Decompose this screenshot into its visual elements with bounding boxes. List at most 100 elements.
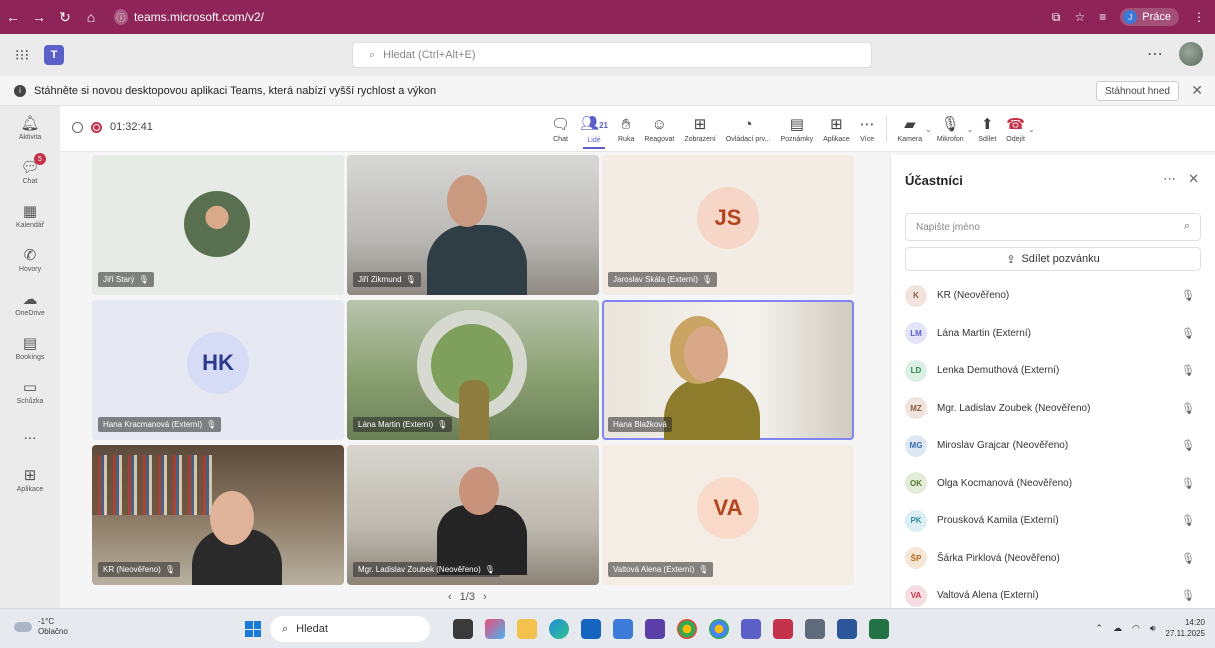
browser-menu-icon[interactable]: ⋮ [1193, 10, 1205, 24]
participant-avatar: MZ [905, 397, 927, 420]
participant-row[interactable]: MZ Mgr. Ladislav Zoubek (Neověřeno) 🎙︎ [905, 390, 1205, 428]
app-icon[interactable] [645, 619, 665, 639]
bookmark-star-icon[interactable]: ☆ [1074, 10, 1085, 24]
more-options-icon[interactable]: ⋯ [1147, 44, 1163, 64]
controls-button[interactable]: ◔ Ovládací prv... [721, 106, 776, 152]
rail-item-meeting[interactable]: ▭ Schůzka [0, 370, 60, 414]
participant-face [684, 326, 728, 382]
rail-item-more[interactable]: ... [0, 414, 60, 458]
video-tile[interactable]: Jiří Starý 🎙︎ [92, 155, 344, 295]
info-icon: i [14, 84, 26, 97]
taskbar-search[interactable]: ⌕ Hledat [270, 616, 430, 642]
video-tile[interactable]: Mgr. Ladislav Zoubek (Neověřeno) 🎙︎ [347, 445, 599, 585]
chrome-profile-icon[interactable] [709, 619, 729, 639]
participant-row[interactable]: PK Prousková Kamila (Externí) 🎙︎ [905, 502, 1205, 540]
reading-list-icon[interactable]: ≡ [1099, 10, 1106, 24]
onedrive-tray-icon[interactable]: ☁︎ [1113, 623, 1122, 634]
store-icon[interactable] [581, 619, 601, 639]
reload-icon[interactable]: ↻ [52, 4, 78, 30]
download-now-button[interactable]: Stáhnout hned [1095, 81, 1179, 101]
chat-button[interactable]: 🗨︎ Chat [546, 106, 575, 152]
video-tile[interactable]: KR (Neověřeno) 🎙︎ [92, 445, 344, 585]
share-button[interactable]: ⬆ Sdílet [973, 106, 1001, 152]
participant-row[interactable]: ŠP Šárka Pirklová (Neověřeno) 🎙︎ [905, 540, 1205, 578]
clock[interactable]: 14:20 27.11.2025 [1166, 617, 1205, 639]
weather-widget[interactable]: -1°C Oblačno [14, 617, 68, 637]
people-button[interactable]: 👥︎21 Lidé [575, 106, 613, 152]
mic-muted-icon: 🎙︎ [1181, 477, 1195, 490]
participant-row[interactable]: OK Olga Kocmanová (Neověřeno) 🎙︎ [905, 465, 1205, 503]
task-view-icon[interactable] [453, 619, 473, 639]
user-avatar[interactable] [1179, 42, 1203, 66]
wifi-icon[interactable]: ◠ [1132, 623, 1140, 634]
more-button[interactable]: ⋯ Více [855, 106, 880, 152]
mic-muted-icon: 🎙︎ [164, 565, 175, 574]
acrobat-icon[interactable] [773, 619, 793, 639]
app-launcher-icon[interactable]: ⁝⁝⁝ [0, 46, 44, 64]
rail-item-bookings[interactable]: ▤ Bookings [0, 326, 60, 370]
edge-icon[interactable] [549, 619, 569, 639]
search-input[interactable]: ⌕ Hledat (Ctrl+Alt+E) [352, 42, 872, 68]
windows-start-icon[interactable] [245, 621, 261, 637]
participant-body [427, 225, 527, 295]
share-invite-button[interactable]: ⇪ Sdílet pozvánku [905, 247, 1201, 271]
video-tile[interactable]: HK Hana Kracmanová (Externí) 🎙︎ [92, 300, 344, 440]
forward-icon[interactable]: → [26, 4, 52, 30]
address-bar[interactable]: ⓘ teams.microsoft.com/v2/ [114, 5, 264, 29]
rail-item-calls[interactable]: ✆ Hovory [0, 238, 60, 282]
react-button[interactable]: ☺ Reagovat [639, 106, 679, 152]
leave-button[interactable]: ☎ Odejít [1001, 106, 1030, 152]
panel-more-icon[interactable]: ⋯ [1163, 171, 1176, 187]
calculator-icon[interactable] [805, 619, 825, 639]
search-icon: ⌕ [369, 48, 376, 61]
file-explorer-icon[interactable] [517, 619, 537, 639]
clock-date: 27.11.2025 [1165, 629, 1205, 638]
smiley-icon: ☺ [651, 115, 667, 133]
word-icon[interactable] [837, 619, 857, 639]
tool-label: Lidé [587, 136, 601, 144]
teams-icon[interactable] [741, 619, 761, 639]
prev-page-icon[interactable]: ‹ [448, 591, 452, 603]
participant-avatar: K [905, 284, 927, 307]
site-info-icon[interactable]: ⓘ [114, 9, 128, 25]
participant-row[interactable]: LM Lána Martin (Externí) 🎙︎ [905, 315, 1205, 353]
tool-label: Kamera [897, 135, 923, 143]
notes-button[interactable]: ▤ Poznámky [775, 106, 818, 152]
rail-item-chat[interactable]: 💬︎ 5 Chat [0, 150, 60, 194]
video-tile[interactable]: JS Jaroslav Skála (Externí) 🎙︎ [602, 155, 854, 295]
panel-close-icon[interactable]: ✕ [1188, 171, 1199, 187]
apps-button[interactable]: ⊞ Aplikace [818, 106, 854, 152]
raise-hand-button[interactable]: ✋︎ Ruka [613, 106, 639, 152]
participant-search-input[interactable]: Napište jméno ⌕ [905, 213, 1201, 241]
rail-item-onedrive[interactable]: ☁︎ OneDrive [0, 282, 60, 326]
rail-item-activity[interactable]: 🔔︎ Aktivita [0, 106, 60, 150]
volume-icon[interactable]: 🔊︎ [1150, 623, 1156, 634]
video-tile[interactable]: VA Valtová Alena (Externí) 🎙︎ [602, 445, 854, 585]
next-page-icon[interactable]: › [483, 591, 487, 603]
download-banner: i Stáhněte si novou desktopovou aplikaci… [0, 76, 1215, 106]
participant-row[interactable]: LD Lenka Demuthová (Externí) 🎙︎ [905, 352, 1205, 390]
video-tile-active-speaker[interactable]: Hana Blažková [602, 300, 854, 440]
tile-name-label: KR (Neověřeno) 🎙︎ [98, 562, 180, 577]
tool-label: Aplikace [823, 135, 850, 143]
excel-icon[interactable] [869, 619, 889, 639]
camera-button[interactable]: ▰ Kamera [893, 106, 928, 152]
copilot-icon[interactable] [485, 619, 505, 639]
video-tile[interactable]: Jiří Zikmund 🎙︎ [347, 155, 599, 295]
back-icon[interactable]: ← [0, 4, 26, 30]
video-tile[interactable]: Lána Martin (Externí) 🎙︎ [347, 300, 599, 440]
view-button[interactable]: ⊞ Zobrazení [679, 106, 721, 152]
rail-item-calendar[interactable]: ▦ Kalendář [0, 194, 60, 238]
rail-item-apps[interactable]: ⊞ Aplikace [0, 458, 60, 502]
close-icon[interactable]: ✕ [1191, 82, 1203, 99]
chevron-up-icon[interactable]: ⌃ [1095, 623, 1103, 634]
cast-icon[interactable]: ⧉ [1052, 10, 1061, 25]
clock-time: 14:20 [1184, 618, 1205, 627]
outlook-icon[interactable] [613, 619, 633, 639]
participant-row[interactable]: MG Miroslav Grajcar (Neověřeno) 🎙︎ [905, 427, 1205, 465]
profile-button[interactable]: J Práce [1120, 8, 1179, 26]
mic-button[interactable]: 🎙︎ Mikrofon [932, 106, 969, 152]
participant-row[interactable]: K KR (Neověřeno) 🎙︎ [905, 277, 1205, 315]
home-icon[interactable]: ⌂ [78, 4, 104, 30]
chrome-icon[interactable] [677, 619, 697, 639]
